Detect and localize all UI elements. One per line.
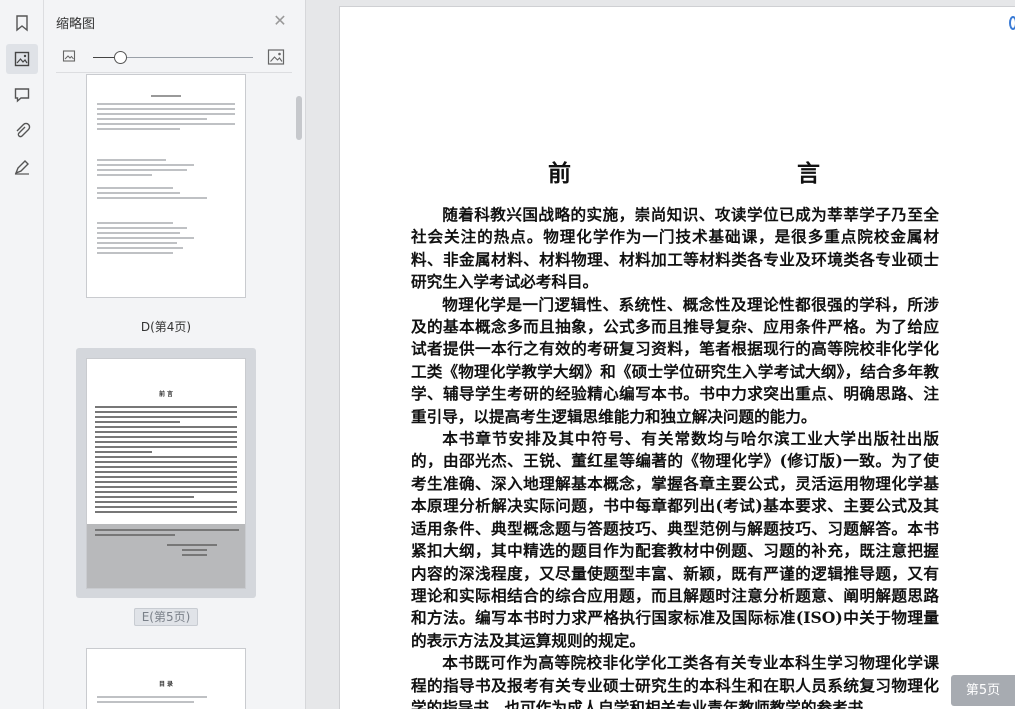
thumbnail-zoom-control — [44, 44, 305, 72]
floating-tool-edge[interactable] — [1009, 16, 1015, 30]
thumbnail-icon — [14, 51, 30, 67]
panel-title: 缩略图 — [56, 17, 96, 32]
thumbnail-viewport-overlay — [87, 524, 245, 588]
image-large-icon[interactable] — [267, 48, 285, 66]
thumbnail-page-heading: 前 言 — [158, 391, 174, 398]
document-page: 前 言 随着科教兴国战略的实施，崇尚知识、攻读学位已成为莘莘学子乃至全社会关注的… — [339, 6, 1015, 709]
page-body: 随着科教兴国战略的实施，崇尚知识、攻读学位已成为莘莘学子乃至全社会关注的热点。物… — [411, 204, 939, 709]
attachment-icon — [16, 122, 31, 138]
paragraph: 随着科教兴国战略的实施，崇尚知识、攻读学位已成为莘莘学子乃至全社会关注的热点。物… — [411, 205, 939, 292]
thumbnail-page-image: 目 录 — [86, 648, 246, 709]
thumbnail-label-selected[interactable]: E(第5页) — [76, 608, 256, 626]
attachment-button[interactable] — [6, 116, 38, 146]
left-icon-rail — [0, 0, 44, 709]
thumbnail-label[interactable]: D(第4页) — [76, 318, 256, 335]
comment-icon — [14, 88, 30, 103]
thumbnail-card[interactable]: 目 录 — [76, 638, 256, 709]
paragraph: 本书既可作为高等院校非化学化工类各有关专业本科生学习物理化学课程的指导书及报考有… — [411, 653, 939, 709]
thumbnail-card[interactable] — [76, 74, 256, 308]
thumbnail-page-image: 前 言 — [86, 358, 246, 589]
zoom-slider-handle[interactable] — [114, 51, 128, 64]
document-view: 前 言 随着科教兴国战略的实施，崇尚知识、攻读学位已成为莘莘学子乃至全社会关注的… — [306, 0, 1015, 709]
paragraph: 物理化学是一门逻辑性、系统性、概念性及理论性都很强的学科，所涉及的基本概念多而且… — [411, 294, 939, 426]
bookmark-icon — [16, 15, 28, 32]
comment-button[interactable] — [6, 80, 38, 110]
signature-button[interactable] — [6, 152, 38, 182]
panel-divider — [56, 72, 292, 73]
image-small-icon[interactable] — [62, 49, 76, 63]
panel-scrollbar[interactable] — [296, 96, 302, 140]
thumbnail-panel: 缩略图 ✕ D(第4页) 前 言 E(第5页) 目 录 — [44, 0, 306, 709]
signature-icon — [14, 160, 29, 175]
thumbnail-button[interactable] — [6, 44, 38, 74]
close-icon[interactable]: ✕ — [272, 13, 288, 29]
page-number-indicator[interactable]: 第5页 — [951, 675, 1015, 706]
selected-page-label: E(第5页) — [133, 608, 199, 626]
paragraph: 本书章节安排及其中符号、有关常数均与哈尔滨工业大学出版社出版的，由邵光杰、王锐、… — [411, 429, 939, 650]
bookmark-button[interactable] — [6, 8, 38, 38]
page-title: 前 言 — [548, 160, 880, 187]
thumbnail-card-selected[interactable]: 前 言 — [76, 348, 256, 598]
thumbnail-page-image — [86, 74, 246, 298]
thumbnail-page-heading: 目 录 — [158, 681, 174, 688]
